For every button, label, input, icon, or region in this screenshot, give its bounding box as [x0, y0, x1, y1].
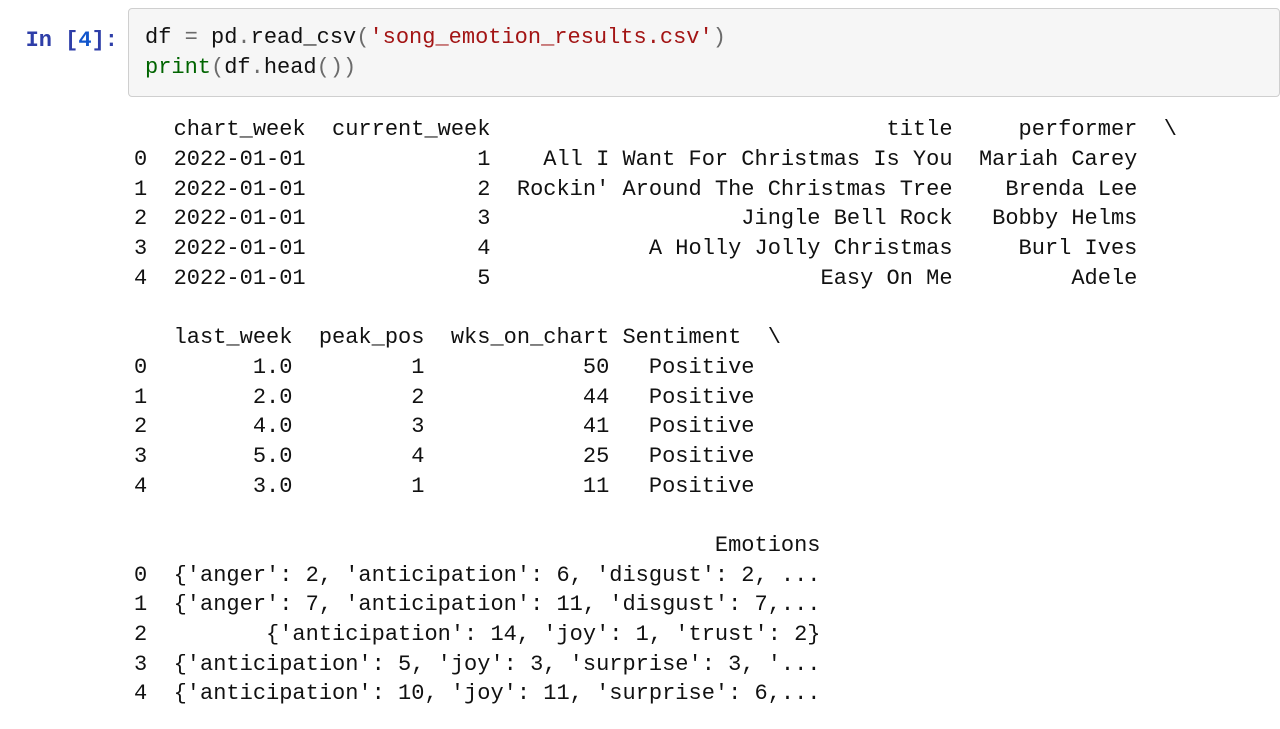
tok-open2: ( [211, 55, 224, 80]
prompt-prefix: In [ [26, 28, 79, 53]
tok-open: ( [356, 25, 369, 50]
tok-dot2: . [251, 55, 264, 80]
tok-eq: = [171, 25, 211, 50]
tok-close2: ) [343, 55, 356, 80]
tok-print: print [145, 55, 211, 80]
stdout-output: chart_week current_week title performer … [128, 97, 1280, 729]
tok-fn2: head [264, 55, 317, 80]
code-input[interactable]: df = pd.read_csv('song_emotion_results.c… [128, 8, 1280, 97]
tok-mod: pd [211, 25, 237, 50]
tok-var: df [145, 25, 171, 50]
prompt-suffix: ]: [92, 28, 118, 53]
tok-parens: () [317, 55, 343, 80]
tok-dot: . [237, 25, 250, 50]
tok-close: ) [713, 25, 726, 50]
prompt-number: 4 [78, 28, 91, 53]
tok-fn: read_csv [251, 25, 357, 50]
input-prompt: In [4]: [0, 8, 128, 56]
cell-content: df = pd.read_csv('song_emotion_results.c… [128, 8, 1280, 729]
notebook-cell: In [4]: df = pd.read_csv('song_emotion_r… [0, 0, 1280, 729]
tok-var2: df [224, 55, 250, 80]
tok-str: 'song_emotion_results.csv' [369, 25, 712, 50]
